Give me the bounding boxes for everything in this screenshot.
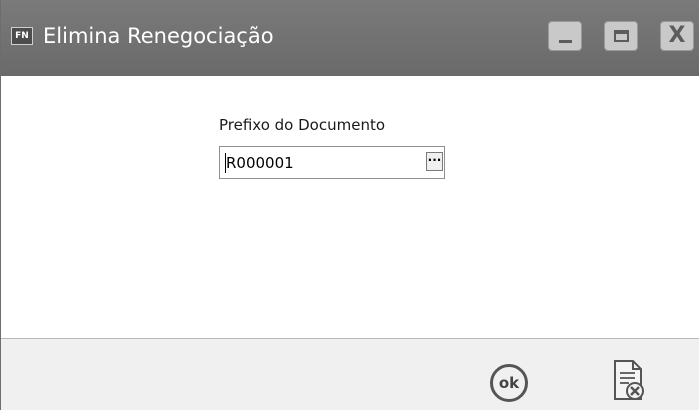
- lookup-button[interactable]: ···: [426, 152, 443, 171]
- ok-button[interactable]: ok: [490, 364, 528, 402]
- maximize-button[interactable]: [604, 21, 638, 51]
- app-logo-icon: FN: [11, 27, 33, 45]
- form-area: Prefixo do Documento R000001 ···: [1, 76, 699, 338]
- title-bar[interactable]: FN Elimina Renegociação X: [1, 0, 699, 76]
- button-bar: ok: [1, 338, 699, 410]
- minimize-icon: [559, 40, 572, 43]
- maximize-icon: [614, 30, 629, 42]
- prefix-label: Prefixo do Documento: [219, 116, 386, 134]
- dialog-window: FN Elimina Renegociação X Prefixo do Doc…: [0, 0, 699, 410]
- close-icon: X: [668, 23, 686, 48]
- close-button[interactable]: X: [660, 21, 694, 51]
- prefix-input[interactable]: R000001 ···: [219, 146, 445, 179]
- minimize-button[interactable]: [548, 21, 582, 51]
- document-cancel-icon: [614, 360, 644, 400]
- cancel-button[interactable]: [611, 359, 647, 403]
- prefix-value[interactable]: R000001: [226, 152, 294, 174]
- window-title: Elimina Renegociação: [43, 24, 274, 48]
